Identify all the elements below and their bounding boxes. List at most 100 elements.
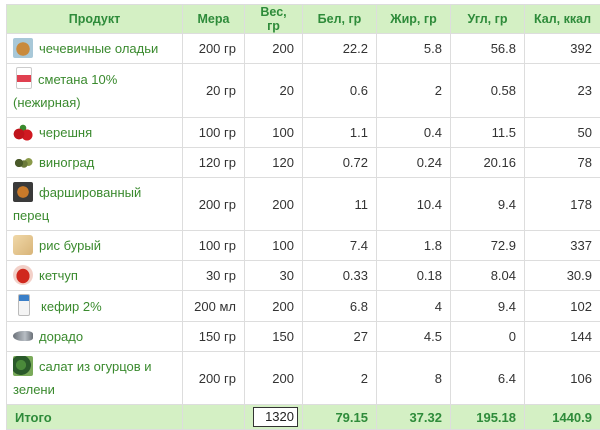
fat-cell: 5.8 <box>377 34 451 64</box>
table-row: чечевичные оладьи 200 гр 200 22.2 5.8 56… <box>7 34 600 64</box>
protein-cell: 2 <box>303 352 377 405</box>
product-cell: черешня <box>7 118 183 148</box>
weight-cell: 200 <box>245 178 303 231</box>
product-link[interactable]: салат из огурцов и зелени <box>13 359 152 397</box>
header-kcal: Кал, ккал <box>525 5 600 34</box>
measure-cell: 100 гр <box>183 118 245 148</box>
total-measure-cell <box>183 405 245 430</box>
nutrition-table: Продукт Мера Вес, гр Бел, гр Жир, гр Угл… <box>6 4 600 430</box>
total-label: Итого <box>7 405 183 430</box>
carbs-cell: 9.4 <box>451 178 525 231</box>
header-protein: Бел, гр <box>303 5 377 34</box>
carbs-cell: 72.9 <box>451 231 525 261</box>
fat-cell: 4 <box>377 291 451 322</box>
measure-cell: 200 мл <box>183 291 245 322</box>
rice-icon <box>13 235 33 255</box>
product-cell: салат из огурцов и зелени <box>7 352 183 405</box>
table-row: фаршированный перец 200 гр 200 11 10.4 9… <box>7 178 600 231</box>
carbs-cell: 11.5 <box>451 118 525 148</box>
kcal-cell: 102 <box>525 291 600 322</box>
sour-cream-icon <box>16 67 32 89</box>
kcal-cell: 50 <box>525 118 600 148</box>
stuffed-pepper-icon <box>13 182 33 202</box>
product-link[interactable]: черешня <box>39 125 92 140</box>
table-row: рис бурый 100 гр 100 7.4 1.8 72.9 337 <box>7 231 600 261</box>
fat-cell: 4.5 <box>377 322 451 352</box>
cherry-icon <box>13 122 33 142</box>
protein-cell: 11 <box>303 178 377 231</box>
kcal-cell: 178 <box>525 178 600 231</box>
table-row: салат из огурцов и зелени 200 гр 200 2 8… <box>7 352 600 405</box>
carbs-cell: 9.4 <box>451 291 525 322</box>
protein-cell: 0.6 <box>303 64 377 118</box>
fat-cell: 10.4 <box>377 178 451 231</box>
product-cell: дорадо <box>7 322 183 352</box>
measure-cell: 100 гр <box>183 231 245 261</box>
weight-cell: 20 <box>245 64 303 118</box>
total-carbs: 195.18 <box>451 405 525 430</box>
weight-cell: 100 <box>245 231 303 261</box>
kcal-cell: 106 <box>525 352 600 405</box>
weight-cell: 200 <box>245 34 303 64</box>
product-link[interactable]: виноград <box>39 155 94 170</box>
product-link[interactable]: кетчуп <box>39 268 78 283</box>
table-row: виноград 120 гр 120 0.72 0.24 20.16 78 <box>7 148 600 178</box>
header-measure: Мера <box>183 5 245 34</box>
table-row: кетчуп 30 гр 30 0.33 0.18 8.04 30.9 <box>7 261 600 291</box>
product-cell: кетчуп <box>7 261 183 291</box>
product-link[interactable]: чечевичные оладьи <box>39 41 158 56</box>
product-cell: виноград <box>7 148 183 178</box>
weight-cell: 100 <box>245 118 303 148</box>
carbs-cell: 20.16 <box>451 148 525 178</box>
fat-cell: 2 <box>377 64 451 118</box>
protein-cell: 6.8 <box>303 291 377 322</box>
product-cell: кефир 2% <box>7 291 183 322</box>
kcal-cell: 144 <box>525 322 600 352</box>
header-weight: Вес, гр <box>245 5 303 34</box>
protein-cell: 1.1 <box>303 118 377 148</box>
table-row: кефир 2% 200 мл 200 6.8 4 9.4 102 <box>7 291 600 322</box>
kcal-cell: 78 <box>525 148 600 178</box>
table-row: дорадо 150 гр 150 27 4.5 0 144 <box>7 322 600 352</box>
ketchup-icon <box>13 265 33 285</box>
carbs-cell: 0.58 <box>451 64 525 118</box>
protein-cell: 7.4 <box>303 231 377 261</box>
fish-icon <box>13 331 33 341</box>
product-link[interactable]: кефир 2% <box>41 299 102 314</box>
weight-cell: 200 <box>245 352 303 405</box>
kcal-cell: 392 <box>525 34 600 64</box>
salad-icon <box>13 356 33 376</box>
table-header-row: Продукт Мера Вес, гр Бел, гр Жир, гр Угл… <box>7 5 600 34</box>
table-row: сметана 10% (нежирная) 20 гр 20 0.6 2 0.… <box>7 64 600 118</box>
kcal-cell: 30.9 <box>525 261 600 291</box>
table-row: черешня 100 гр 100 1.1 0.4 11.5 50 <box>7 118 600 148</box>
total-weight-input[interactable]: 1320 <box>253 407 298 427</box>
weight-cell: 150 <box>245 322 303 352</box>
product-cell: сметана 10% (нежирная) <box>7 64 183 118</box>
protein-cell: 27 <box>303 322 377 352</box>
total-fat: 37.32 <box>377 405 451 430</box>
product-cell: рис бурый <box>7 231 183 261</box>
measure-cell: 150 гр <box>183 322 245 352</box>
carbs-cell: 56.8 <box>451 34 525 64</box>
measure-cell: 200 гр <box>183 352 245 405</box>
measure-cell: 30 гр <box>183 261 245 291</box>
total-weight-cell: 1320 <box>245 405 303 430</box>
product-link[interactable]: дорадо <box>39 329 83 344</box>
weight-cell: 200 <box>245 291 303 322</box>
protein-cell: 22.2 <box>303 34 377 64</box>
measure-cell: 120 гр <box>183 148 245 178</box>
product-cell: фаршированный перец <box>7 178 183 231</box>
pancakes-icon <box>13 38 33 58</box>
fat-cell: 0.18 <box>377 261 451 291</box>
header-fat: Жир, гр <box>377 5 451 34</box>
measure-cell: 200 гр <box>183 34 245 64</box>
carbs-cell: 0 <box>451 322 525 352</box>
total-kcal: 1440.9 <box>525 405 600 430</box>
fat-cell: 8 <box>377 352 451 405</box>
header-product: Продукт <box>7 5 183 34</box>
nutrition-table-container: Продукт Мера Вес, гр Бел, гр Жир, гр Угл… <box>6 4 600 416</box>
product-link[interactable]: рис бурый <box>39 238 101 253</box>
total-protein: 79.15 <box>303 405 377 430</box>
total-row: Итого 1320 79.15 37.32 195.18 1440.9 <box>7 405 600 430</box>
